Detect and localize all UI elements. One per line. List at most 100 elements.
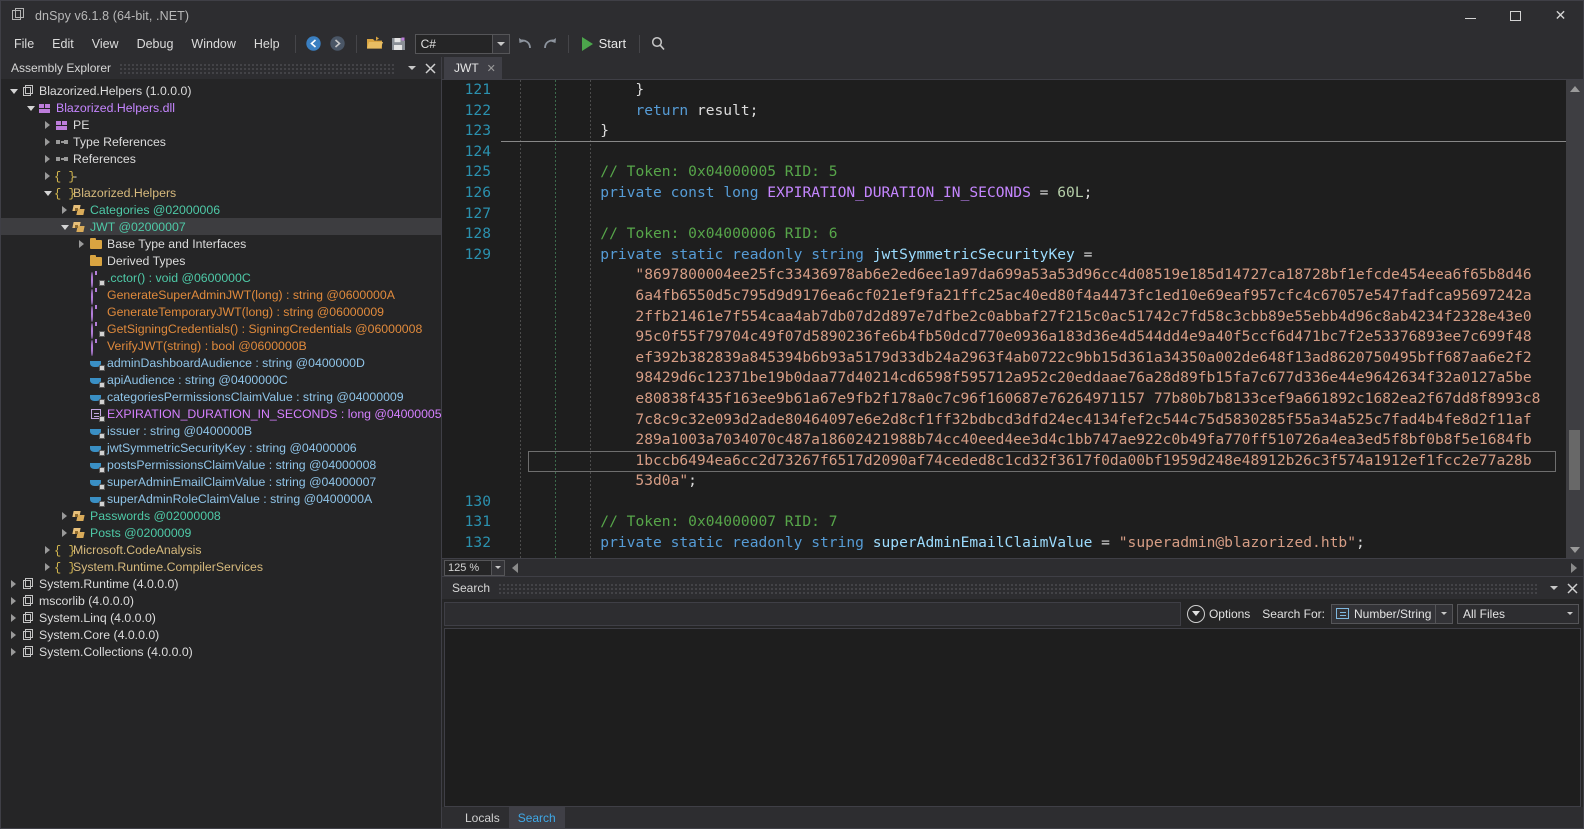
tree-item[interactable]: Categories @02000006 — [1, 201, 441, 218]
tab-close-icon[interactable]: ✕ — [487, 62, 496, 75]
tree-item[interactable]: GenerateSuperAdminJWT(long) : string @06… — [1, 286, 441, 305]
file-filter-combobox-arrow[interactable] — [1561, 605, 1578, 623]
tree-expander[interactable] — [58, 511, 71, 520]
tree-expander[interactable] — [7, 596, 20, 605]
tree-item[interactable]: System.Collections (4.0.0.0) — [1, 643, 441, 660]
tree-item[interactable]: EXPIRATION_DURATION_IN_SECONDS : long @0… — [1, 405, 441, 422]
tree-item[interactable]: Base Type and Interfaces — [1, 235, 441, 252]
search-results-list[interactable] — [444, 628, 1581, 807]
scroll-left-icon[interactable] — [512, 562, 518, 573]
tree-expander[interactable] — [41, 562, 54, 571]
search-for-combobox[interactable]: Number/String — [1331, 603, 1453, 624]
search-panel-close-button[interactable] — [1563, 579, 1581, 597]
horizontal-scrollbar[interactable] — [508, 559, 1583, 577]
tree-item[interactable]: superAdminRoleClaimValue : string @04000… — [1, 490, 441, 507]
file-filter-combobox[interactable]: All Files — [1457, 603, 1579, 624]
tree-expander[interactable] — [41, 137, 54, 146]
tree-item[interactable]: categoriesPermissionsClaimValue : string… — [1, 388, 441, 405]
tab-locals[interactable]: Locals — [456, 807, 509, 828]
tree-item[interactable]: Passwords @02000008 — [1, 507, 441, 524]
tree-item[interactable]: { } Blazorized.Helpers — [1, 184, 441, 201]
tree-expander[interactable] — [7, 579, 20, 588]
tree-item[interactable]: postsPermissionsClaimValue : string @040… — [1, 456, 441, 473]
tree-item[interactable]: VerifyJWT(string) : bool @0600000B — [1, 337, 441, 356]
undo-button[interactable] — [514, 33, 538, 55]
search-panel-menu-button[interactable] — [1545, 579, 1563, 597]
tree-expander[interactable] — [58, 205, 71, 214]
tree-expander[interactable] — [58, 224, 71, 230]
tree-expander[interactable] — [41, 154, 54, 163]
zoom-level-box[interactable]: 125 % — [444, 559, 492, 576]
tree-item[interactable]: adminDashboardAudience : string @0400000… — [1, 354, 441, 371]
menu-help[interactable]: Help — [245, 34, 289, 54]
tree-expander[interactable] — [7, 88, 20, 94]
navigate-back-button[interactable] — [302, 33, 326, 55]
tree-expander[interactable] — [75, 239, 88, 248]
minimize-button[interactable] — [1448, 1, 1493, 30]
language-combobox[interactable]: C# — [414, 33, 510, 54]
tree-expander[interactable] — [41, 545, 54, 554]
scrollbar-thumb[interactable] — [1569, 430, 1580, 490]
scroll-right-icon[interactable] — [1571, 562, 1577, 573]
start-debug-button[interactable]: Start — [575, 34, 633, 53]
tree-item[interactable]: System.Core (4.0.0.0) — [1, 626, 441, 643]
panel-menu-button[interactable] — [403, 59, 421, 77]
tree-expander[interactable] — [7, 647, 20, 656]
tree-item[interactable]: GenerateTemporaryJWT(long) : string @060… — [1, 303, 441, 322]
tree-expander[interactable] — [7, 630, 20, 639]
tree-expander[interactable] — [41, 171, 54, 180]
menu-debug[interactable]: Debug — [128, 34, 183, 54]
tree-expander[interactable] — [41, 120, 54, 129]
search-button[interactable] — [646, 33, 670, 55]
close-button[interactable]: ✕ — [1538, 1, 1583, 30]
scroll-down-button[interactable] — [1566, 541, 1583, 558]
tree-item[interactable]: mscorlib (4.0.0.0) — [1, 592, 441, 609]
code-editor[interactable]: 121 } 122 return result; 123 } 124 125 // To… — [442, 80, 1566, 558]
navigate-forward-button[interactable] — [326, 33, 350, 55]
redo-button[interactable] — [538, 33, 562, 55]
tree-item[interactable]: System.Runtime (4.0.0.0) — [1, 575, 441, 592]
search-for-combobox-arrow[interactable] — [1435, 604, 1452, 623]
open-file-button[interactable] — [363, 33, 387, 55]
panel-close-button[interactable] — [421, 59, 439, 77]
tree-item[interactable]: .cctor() : void @0600000C — [1, 269, 441, 288]
tree-item[interactable]: jwtSymmetricSecurityKey : string @040000… — [1, 439, 441, 456]
tree-item[interactable]: Derived Types — [1, 252, 441, 269]
tree-item[interactable]: GetSigningCredentials() : SigningCredent… — [1, 320, 441, 339]
options-toggle-button[interactable] — [1186, 604, 1205, 623]
tree-item[interactable]: { } Microsoft.CodeAnalysis — [1, 541, 441, 558]
tab-jwt[interactable]: JWT ✕ — [444, 57, 502, 79]
tree-expander[interactable] — [58, 528, 71, 537]
scroll-up-button[interactable] — [1566, 80, 1583, 97]
tree-item[interactable]: References — [1, 150, 441, 167]
tree-item[interactable]: System.Linq (4.0.0.0) — [1, 609, 441, 626]
tree-expander[interactable] — [7, 613, 20, 622]
tree-item[interactable]: PE — [1, 116, 441, 133]
tree-item[interactable]: apiAudience : string @0400000C — [1, 371, 441, 388]
menu-edit[interactable]: Edit — [43, 34, 83, 54]
tree-item[interactable]: Type References — [1, 133, 441, 150]
menu-view[interactable]: View — [83, 34, 128, 54]
tree-expander[interactable] — [24, 105, 37, 111]
expander-collapsed-icon — [11, 613, 16, 622]
editor-vertical-scrollbar[interactable] — [1566, 80, 1583, 558]
tree-item[interactable]: { } System.Runtime.CompilerServices — [1, 558, 441, 575]
tree-item[interactable]: { } - — [1, 167, 441, 184]
search-input[interactable] — [444, 601, 1181, 626]
maximize-button[interactable] — [1493, 1, 1538, 30]
tree-item[interactable]: Blazorized.Helpers.dll — [1, 99, 441, 116]
tree-item[interactable]: Posts @02000009 — [1, 524, 441, 541]
menu-file[interactable]: File — [5, 34, 43, 54]
tree-item[interactable]: superAdminEmailClaimValue : string @0400… — [1, 473, 441, 490]
menu-window[interactable]: Window — [182, 34, 244, 54]
tab-search[interactable]: Search — [508, 807, 565, 828]
language-combobox-arrow[interactable] — [491, 34, 509, 53]
tree-expander[interactable] — [41, 190, 54, 196]
tree-item[interactable]: Blazorized.Helpers (1.0.0.0) — [1, 82, 441, 99]
tree-item[interactable]: JWT @02000007 — [1, 218, 441, 235]
assembly-tree[interactable]: Blazorized.Helpers (1.0.0.0) Blazorized.H… — [1, 79, 441, 828]
save-module-button[interactable] — [387, 33, 411, 55]
zoom-dropdown-button[interactable] — [492, 559, 505, 576]
tree-item[interactable]: issuer : string @0400000B — [1, 422, 441, 439]
